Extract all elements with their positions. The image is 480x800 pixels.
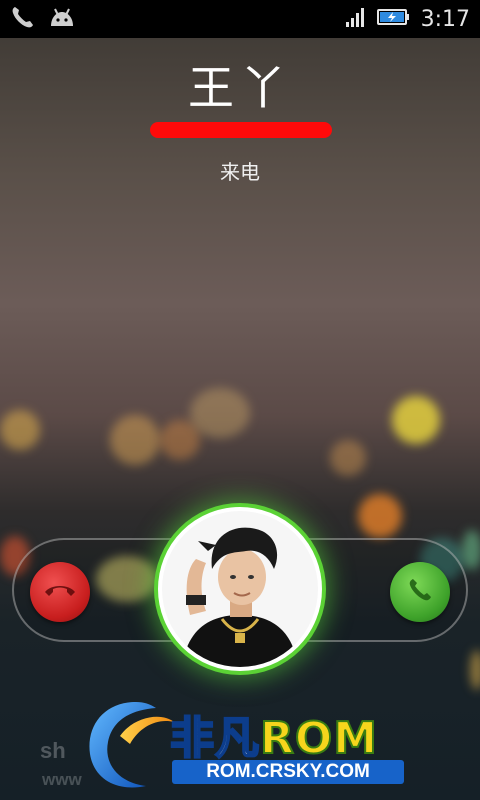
phone-icon [10, 5, 36, 33]
caller-name: 王丫 [188, 61, 292, 115]
bokeh-light [110, 415, 160, 465]
brand-url: ROM.CRSKY.COM [172, 760, 404, 784]
brand-name-cn: 非凡 [169, 712, 260, 765]
status-bar: 3:17 [0, 0, 480, 38]
bokeh-light [392, 396, 440, 444]
brand-name: 非凡ROM [169, 702, 379, 766]
bokeh-light [330, 440, 366, 476]
call-status: 来电 [220, 160, 260, 184]
clock: 3:17 [420, 6, 470, 32]
signal-icon [345, 6, 367, 32]
caller-avatar-handle[interactable] [158, 507, 322, 671]
phone-hangup-icon [43, 580, 77, 604]
bokeh-light [470, 650, 480, 690]
android-icon [48, 6, 76, 32]
brand-watermark: 非凡ROM ROM.CRSKY.COM [80, 688, 410, 796]
bokeh-light [358, 494, 402, 538]
faint-watermark-text: sh [40, 738, 66, 763]
battery-charging-icon [376, 7, 411, 31]
status-right: 3:17 [345, 6, 470, 32]
decline-button[interactable] [30, 562, 90, 622]
brand-name-en: ROM [259, 712, 379, 765]
bokeh-light [0, 410, 40, 450]
bokeh-light [190, 388, 250, 438]
bokeh-light [462, 530, 480, 570]
faint-watermark-url: www [42, 770, 82, 789]
status-left [10, 5, 76, 33]
phone-answer-icon [406, 576, 434, 608]
redaction-bar [150, 122, 332, 138]
brand-logo-icon [89, 702, 174, 788]
answer-button[interactable] [390, 562, 450, 622]
avatar [162, 511, 318, 667]
